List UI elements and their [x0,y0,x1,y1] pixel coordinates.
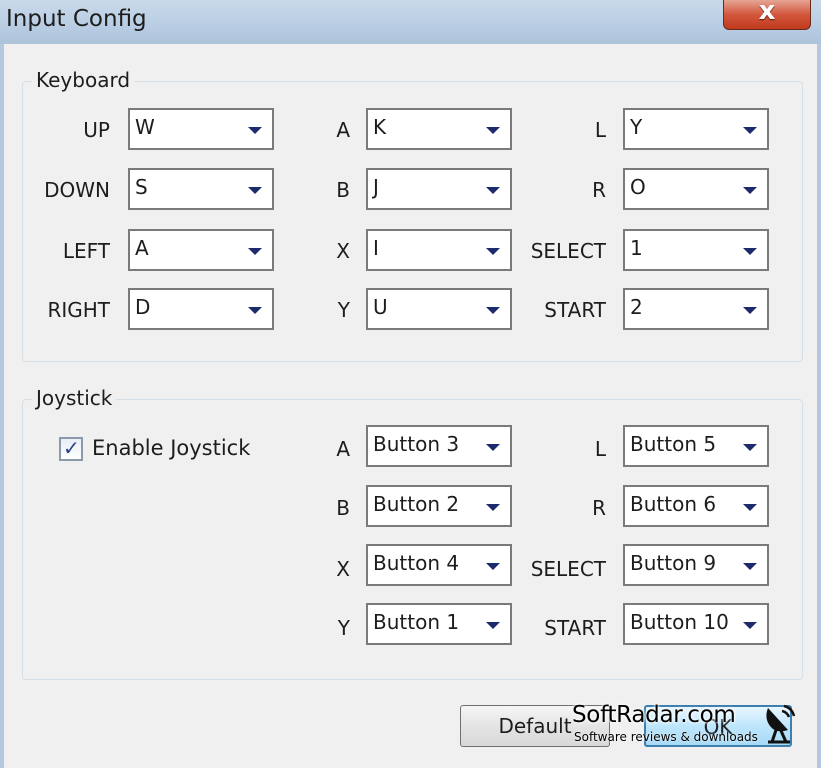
title-bar: Input Config x [0,0,821,44]
key-combo-start[interactable]: 2 [623,288,769,330]
key-combo-l[interactable]: Y [623,108,769,150]
key-label-a: A [336,118,350,142]
joy-combo-r[interactable]: Button 6 [623,485,769,527]
chevron-down-icon [743,248,757,255]
window-title: Input Config [6,6,147,32]
watermark-tagline: Software reviews & downloads [574,730,758,744]
chevron-down-icon [486,563,500,570]
joy-combo-b[interactable]: Button 2 [366,485,512,527]
dialog-client: Keyboard UP W A K L Y DOWN S B J R O LEF… [4,44,817,768]
satellite-dish-icon [766,704,796,744]
watermark-brand: SoftRadar.com [572,702,736,728]
chevron-down-icon [486,622,500,629]
chevron-down-icon [486,504,500,511]
key-combo-select[interactable]: 1 [623,229,769,271]
joy-label-start: START [544,616,606,640]
chevron-down-icon [743,127,757,134]
key-combo-up[interactable]: W [128,108,274,150]
chevron-down-icon [486,127,500,134]
chevron-down-icon [486,187,500,194]
chevron-down-icon [248,307,262,314]
chevron-down-icon [743,563,757,570]
key-combo-b[interactable]: J [366,168,512,210]
chevron-down-icon [743,622,757,629]
key-label-start: START [544,298,606,322]
key-label-left: LEFT [62,239,110,263]
key-label-right: RIGHT [47,298,110,322]
joy-label-a: A [336,437,350,461]
joy-combo-y[interactable]: Button 1 [366,603,512,645]
enable-joystick-label[interactable]: Enable Joystick [92,436,250,460]
chevron-down-icon [248,127,262,134]
key-combo-left[interactable]: A [128,229,274,271]
enable-joystick-checkbox[interactable]: ✓ [59,436,83,461]
key-label-l: L [594,118,606,142]
key-combo-x[interactable]: I [366,229,512,271]
key-label-up: UP [83,118,110,142]
key-combo-y[interactable]: U [366,288,512,330]
chevron-down-icon [486,248,500,255]
key-label-r: R [592,178,606,202]
chevron-down-icon [743,307,757,314]
key-label-b: B [336,178,350,202]
chevron-down-icon [248,248,262,255]
key-combo-down[interactable]: S [128,168,274,210]
joystick-legend: Joystick [32,386,117,410]
joy-combo-x[interactable]: Button 4 [366,544,512,586]
key-combo-a[interactable]: K [366,108,512,150]
keyboard-legend: Keyboard [32,68,135,92]
chevron-down-icon [743,444,757,451]
chevron-down-icon [486,307,500,314]
joy-label-b: B [336,496,350,520]
joy-combo-select[interactable]: Button 9 [623,544,769,586]
key-label-x: X [336,239,350,263]
chevron-down-icon [248,187,262,194]
softradar-watermark: SoftRadar.com Software reviews & downloa… [572,702,807,752]
key-combo-r[interactable]: O [623,168,769,210]
checkmark-icon: ✓ [63,436,80,460]
joy-label-r: R [592,496,606,520]
key-combo-right[interactable]: D [128,288,274,330]
joy-combo-a[interactable]: Button 3 [366,425,512,467]
joy-label-x: X [336,557,350,581]
key-label-down: DOWN [44,178,110,202]
key-label-select: SELECT [530,239,606,263]
joy-combo-start[interactable]: Button 10 [623,603,769,645]
chevron-down-icon [743,187,757,194]
joy-label-l: L [594,437,606,461]
close-icon: x [758,0,776,26]
joy-label-y: Y [337,616,350,640]
close-button[interactable]: x [723,0,811,30]
chevron-down-icon [486,444,500,451]
joy-combo-l[interactable]: Button 5 [623,425,769,467]
key-label-y: Y [337,298,350,322]
chevron-down-icon [743,504,757,511]
joy-label-select: SELECT [530,557,606,581]
